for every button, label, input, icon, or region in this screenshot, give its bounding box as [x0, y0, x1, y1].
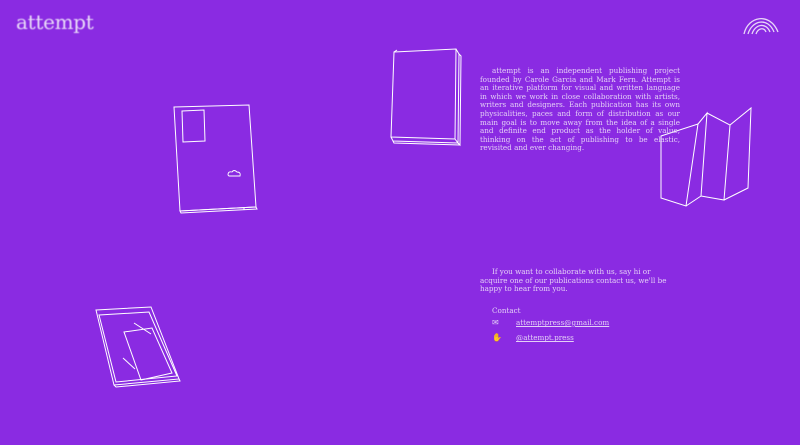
publication-booklet-cloud[interactable]	[172, 104, 262, 220]
about-text: attempt is an independent publishing pro…	[480, 66, 680, 153]
publication-book[interactable]	[388, 47, 464, 151]
hand-icon: ✋	[492, 333, 502, 342]
publication-sleeve[interactable]	[94, 306, 184, 394]
email-link[interactable]: attemptpress@gmail.com	[516, 318, 609, 327]
site-logo[interactable]: attempt	[16, 10, 94, 34]
contact-instagram-row: ✋ @attempt.press	[492, 333, 574, 342]
rainbow-arc-icon[interactable]	[742, 10, 780, 36]
contact-label: Contact	[492, 306, 521, 315]
collaborate-text: If you want to collaborate with us, say …	[480, 267, 667, 294]
instagram-link[interactable]: @attempt.press	[516, 333, 574, 342]
contact-email-row: ✉ attemptpress@gmail.com	[492, 318, 609, 327]
envelope-icon: ✉	[492, 318, 499, 327]
